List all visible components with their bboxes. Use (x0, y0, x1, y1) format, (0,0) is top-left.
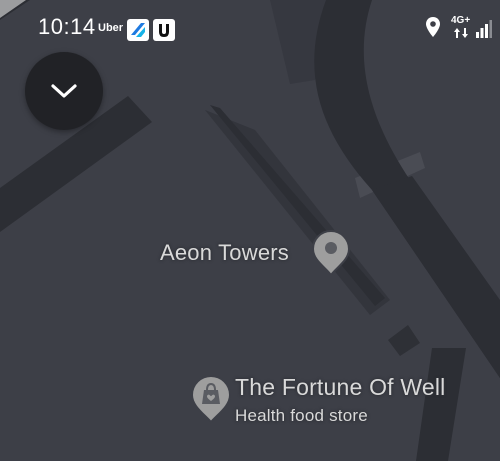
status-bar: 10:14 Uber 4G+ (0, 0, 500, 56)
chevron-down-icon (51, 84, 77, 98)
location-pin-icon (426, 17, 440, 37)
place-pin-icon[interactable] (311, 229, 351, 277)
status-time: 10:14 (38, 14, 96, 39)
place-category-label: Health food store (235, 406, 368, 425)
shopping-bag-pin-icon[interactable] (190, 374, 232, 424)
data-arrows-icon (454, 28, 468, 38)
u-app-icon (153, 19, 175, 41)
network-type-label: 4G+ (451, 15, 471, 26)
signal-strength-icon (476, 20, 492, 38)
uber-notification-label: Uber (98, 22, 124, 34)
blue-app-icon (127, 19, 149, 41)
collapse-button[interactable] (25, 52, 103, 130)
place-label-the-fortune-of-well[interactable]: The Fortune Of Well (235, 374, 445, 401)
place-label-aeon-towers[interactable]: Aeon Towers (160, 240, 289, 266)
